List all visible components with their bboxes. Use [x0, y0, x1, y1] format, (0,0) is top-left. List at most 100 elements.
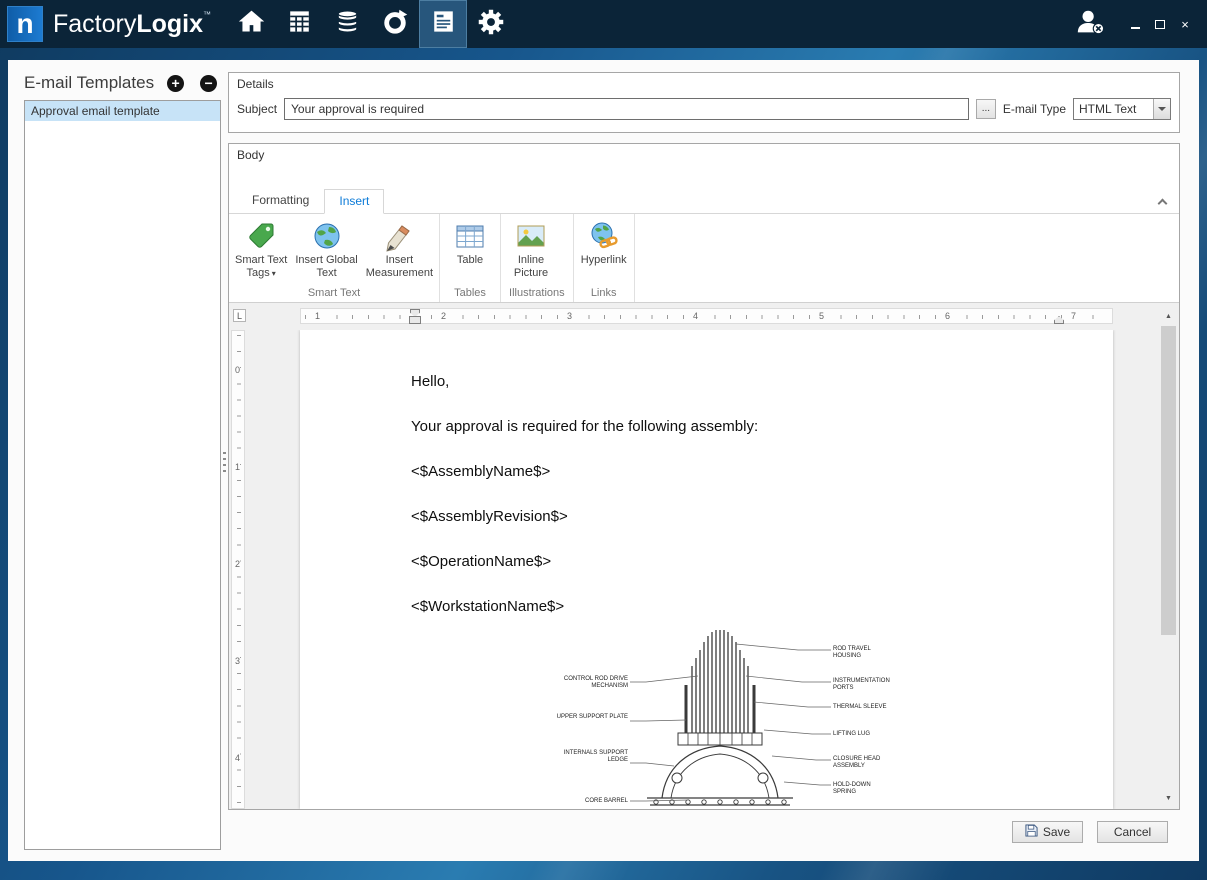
subject-label: Subject [237, 102, 277, 116]
diagram-label: CLOSURE HEAD ASSEMBLY [833, 756, 889, 770]
body-group: Body Formatting Insert Smart TextTags▾ [228, 143, 1180, 810]
gear-icon [477, 8, 505, 41]
minimize-button[interactable] [1129, 14, 1141, 34]
ruler-number: 4 [235, 753, 240, 763]
diagram-label: THERMAL SLEEVE [833, 704, 889, 711]
pencil-icon [383, 220, 415, 252]
email-type-value: HTML Text [1079, 102, 1136, 116]
nav-analytics[interactable] [371, 0, 419, 48]
template-list[interactable]: Approval email template [24, 100, 221, 850]
ruler-number: 5 [817, 311, 826, 321]
scroll-thumb[interactable] [1161, 326, 1176, 635]
globe-icon [311, 220, 343, 252]
spreadsheet-icon [286, 8, 313, 40]
plus-icon: + [171, 76, 179, 90]
arrow-up-icon: ▲ [1165, 313, 1172, 320]
ruler-number: 2 [439, 311, 448, 321]
ruler-number: 7 [1069, 311, 1078, 321]
horizontal-ruler[interactable]: 1 2 3 4 5 6 7 [300, 308, 1113, 324]
paragraph: Your approval is required for the follow… [411, 417, 1083, 437]
collapse-ribbon-button[interactable] [1155, 196, 1169, 210]
add-template-button[interactable]: + [167, 75, 184, 92]
document-page[interactable]: Hello, Your approval is required for the… [300, 330, 1113, 809]
ribbon-tabstrip: Formatting Insert [229, 190, 1179, 214]
save-icon [1025, 824, 1038, 840]
ruler-ticks [305, 315, 1108, 319]
nav-templates[interactable] [419, 0, 467, 48]
insert-measurement-button[interactable]: InsertMeasurement [362, 216, 437, 280]
close-button[interactable]: × [1179, 14, 1191, 34]
nav-production[interactable] [275, 0, 323, 48]
footer-actions: Save Cancel [1012, 821, 1168, 843]
subject-browse-button[interactable]: ... [976, 99, 996, 119]
smart-text-tags-button[interactable]: Smart TextTags▾ [231, 216, 291, 280]
table-button[interactable]: Table [442, 216, 498, 267]
scroll-up-button[interactable]: ▲ [1160, 308, 1177, 325]
dropdown-arrow-icon [1153, 99, 1170, 119]
vertical-ruler[interactable]: 0 1 2 3 4 [231, 330, 245, 809]
disc-arrow-icon [381, 8, 409, 41]
ribbon: Smart TextTags▾ Insert GlobalText [229, 214, 1179, 302]
ruler-ticks [237, 335, 241, 804]
titlebar-right: × [1075, 7, 1207, 42]
ruler-number: 3 [565, 311, 574, 321]
ribbon-group-label: Links [576, 286, 632, 302]
body-group-title: Body [229, 144, 1179, 164]
maximize-icon [1155, 20, 1165, 29]
left-indent-marker[interactable] [409, 316, 421, 324]
diagram-label: UPPER SUPPORT PLATE [550, 714, 628, 721]
logout-user-button[interactable] [1075, 7, 1105, 42]
sidebar-splitter[interactable] [221, 60, 228, 861]
diagram-label: INTERNALS SUPPORT LEDGE [550, 750, 628, 764]
content-area: Details Subject ... E-mail Type HTML Tex… [228, 60, 1180, 861]
ribbon-group-links: Hyperlink Links [574, 214, 635, 302]
ruler-number: 6 [943, 311, 952, 321]
main-window: E-mail Templates + − Approval email temp… [8, 60, 1199, 861]
paragraph: <$WorkstationName$> [411, 597, 1083, 617]
editor-scrollbar[interactable]: ▲ ▼ [1160, 308, 1177, 807]
ruler-number: 1 [313, 311, 322, 321]
main-nav [227, 0, 515, 48]
document-canvas: Hello, Your approval is required for the… [246, 330, 1159, 809]
titlebar: n FactoryLogix™ [0, 0, 1207, 48]
hyperlink-button[interactable]: Hyperlink [576, 216, 632, 267]
email-type-select[interactable]: HTML Text [1073, 98, 1171, 120]
ribbon-group-label: Tables [442, 286, 498, 302]
nav-settings[interactable] [467, 0, 515, 48]
email-type-label: E-mail Type [1003, 102, 1066, 116]
nav-home[interactable] [227, 0, 275, 48]
close-icon: × [1181, 17, 1189, 32]
subject-input[interactable] [284, 98, 969, 120]
assembly-diagram[interactable]: ROD TRAVEL HOUSING INSTRUMENTATION PORTS… [550, 630, 890, 809]
picture-icon [515, 220, 547, 252]
templates-sidebar: E-mail Templates + − Approval email temp… [8, 60, 222, 861]
paragraph: Hello, [411, 372, 1083, 392]
diagram-label: LIFTING LUG [833, 731, 889, 738]
ribbon-group-smart-text: Smart TextTags▾ Insert GlobalText [229, 214, 440, 302]
ruler-number: 4 [691, 311, 700, 321]
document-editor: L 1 2 3 4 5 6 7 0 1 [229, 302, 1179, 809]
tab-formatting[interactable]: Formatting [237, 188, 324, 213]
cancel-button[interactable]: Cancel [1097, 821, 1168, 843]
tab-stop-selector[interactable]: L [233, 309, 246, 322]
ribbon-group-label: Illustrations [503, 286, 571, 302]
tab-insert[interactable]: Insert [324, 189, 384, 214]
save-button[interactable]: Save [1012, 821, 1083, 843]
chevron-up-icon [1157, 199, 1167, 209]
table-icon [454, 220, 486, 252]
ruler-number: 0 [235, 365, 240, 375]
scroll-down-button[interactable]: ▼ [1160, 790, 1177, 807]
dropdown-caret-icon: ▾ [272, 269, 276, 278]
template-list-item[interactable]: Approval email template [25, 101, 220, 121]
minus-icon: − [204, 76, 212, 90]
insert-global-text-button[interactable]: Insert GlobalText [291, 216, 361, 280]
inline-picture-button[interactable]: InlinePicture [503, 216, 559, 280]
maximize-button[interactable] [1154, 14, 1166, 34]
hyperlink-globe-icon [588, 220, 620, 252]
paragraph: <$OperationName$> [411, 552, 1083, 572]
details-group: Details Subject ... E-mail Type HTML Tex… [228, 72, 1180, 133]
remove-template-button[interactable]: − [200, 75, 217, 92]
app-title: FactoryLogix™ [53, 10, 211, 39]
nav-materials[interactable] [323, 0, 371, 48]
diagram-label: ROD TRAVEL HOUSING [833, 646, 889, 660]
